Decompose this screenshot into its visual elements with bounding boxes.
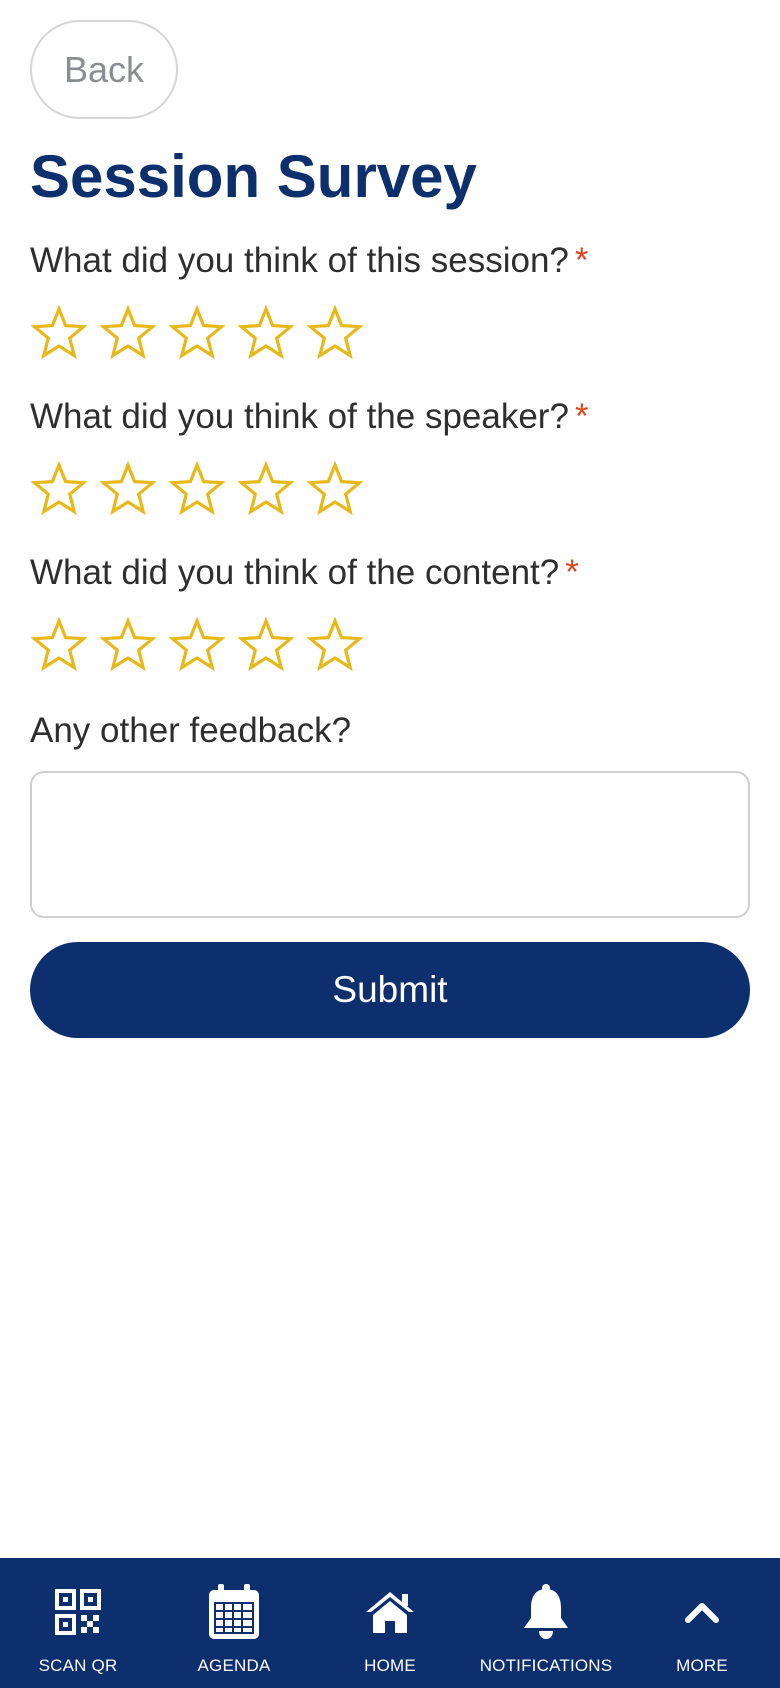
calendar-icon: [204, 1582, 264, 1642]
star-icon[interactable]: [30, 461, 88, 519]
nav-item-agenda[interactable]: AGENDA: [156, 1558, 312, 1688]
nav-item-home[interactable]: HOME: [312, 1558, 468, 1688]
submit-button[interactable]: Submit: [30, 942, 750, 1038]
bell-icon: [516, 1582, 576, 1642]
question-label: What did you think of the speaker? *: [30, 397, 750, 437]
survey-page: Back Session Survey What did you think o…: [0, 0, 780, 1688]
star-icon[interactable]: [168, 617, 226, 675]
feedback-input[interactable]: [30, 771, 750, 918]
star-icon[interactable]: [30, 305, 88, 363]
star-icon[interactable]: [168, 305, 226, 363]
chevron-up-icon: [672, 1582, 732, 1642]
nav-item-notifications[interactable]: NOTIFICATIONS: [468, 1558, 624, 1688]
star-icon[interactable]: [237, 617, 295, 675]
bottom-nav: SCAN QR AGENDA HOME NOTIFICATIONS MORE: [0, 1558, 780, 1688]
required-mark: *: [574, 241, 589, 280]
star-icon[interactable]: [30, 617, 88, 675]
nav-label: MORE: [676, 1656, 728, 1675]
required-mark: *: [565, 553, 579, 592]
feedback-label: Any other feedback?: [30, 711, 352, 750]
star-icon[interactable]: [237, 305, 295, 363]
star-icon[interactable]: [237, 461, 295, 519]
star-icon[interactable]: [99, 461, 157, 519]
qr-code-icon: [48, 1582, 108, 1642]
star-rating-session: [30, 305, 750, 363]
star-icon[interactable]: [99, 305, 157, 363]
question-content: What did you think of the content? *: [30, 553, 750, 675]
required-mark: *: [574, 397, 589, 436]
question-label: What did you think of the content? *: [30, 553, 750, 593]
home-icon: [360, 1582, 420, 1642]
star-icon[interactable]: [306, 305, 364, 363]
star-icon[interactable]: [99, 617, 157, 675]
survey-content: Back Session Survey What did you think o…: [0, 0, 780, 1038]
question-label: What did you think of this session? *: [30, 241, 750, 281]
star-icon[interactable]: [306, 617, 364, 675]
star-rating-content: [30, 617, 750, 675]
star-rating-speaker: [30, 461, 750, 519]
star-icon[interactable]: [306, 461, 364, 519]
back-button[interactable]: Back: [30, 20, 178, 119]
page-title: Session Survey: [30, 143, 477, 210]
question-text: What did you think of the speaker?: [30, 397, 569, 436]
nav-label: SCAN QR: [38, 1656, 118, 1675]
question-text: What did you think of the content?: [30, 553, 560, 592]
nav-label: NOTIFICATIONS: [479, 1656, 613, 1675]
nav-label: HOME: [364, 1656, 416, 1675]
star-icon[interactable]: [168, 461, 226, 519]
nav-label: AGENDA: [197, 1656, 271, 1675]
question-text: What did you think of this session?: [30, 241, 569, 280]
nav-item-more[interactable]: MORE: [624, 1558, 780, 1688]
question-speaker: What did you think of the speaker? *: [30, 397, 750, 519]
nav-item-scan-qr[interactable]: SCAN QR: [0, 1558, 156, 1688]
question-session: What did you think of this session? *: [30, 241, 750, 363]
